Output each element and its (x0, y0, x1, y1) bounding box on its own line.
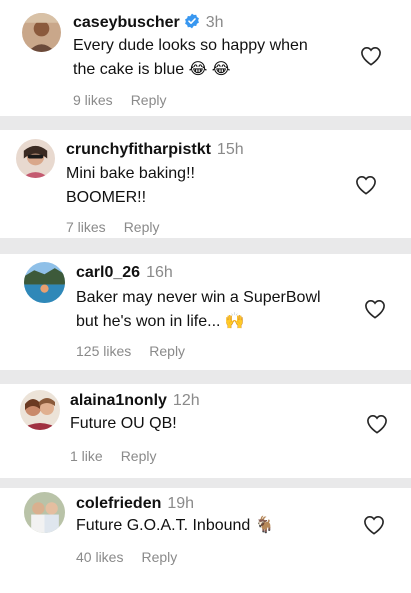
reply-button[interactable]: Reply (131, 92, 167, 108)
comment-text-line: Baker may never win a SuperBowl (76, 289, 321, 306)
reply-button[interactable]: Reply (124, 219, 160, 235)
avatar[interactable] (16, 139, 55, 178)
comment-text-line: Every dude looks so happy when (73, 37, 308, 54)
username[interactable]: carl0_26 (76, 264, 140, 281)
comment-card: caseybuscher 3h Every dude looks so happy… (0, 0, 411, 116)
comment-text: Baker may never win a SuperBowl but he's… (76, 286, 321, 334)
heart-outline-icon[interactable] (355, 175, 377, 195)
comment-header: alaina1nonly 12h (70, 392, 200, 410)
comment-card: alaina1nonly 12h Future OU QB! 1 like Repl… (0, 384, 411, 478)
comment-text-line: BOOMER!! (66, 189, 147, 206)
comment-card: crunchyfitharpistkt 15h Mini bake baking!… (0, 130, 411, 238)
separator (0, 238, 411, 254)
likes-count[interactable]: 9 likes (73, 92, 113, 108)
username[interactable]: colefrieden (76, 495, 161, 512)
timestamp: 3h (205, 14, 224, 31)
comment-text: Future G.O.A.T. Inbound 🐐 (76, 514, 275, 538)
likes-count[interactable]: 125 likes (76, 343, 131, 359)
separator (0, 478, 411, 488)
username[interactable]: crunchyfitharpistkt (66, 141, 211, 158)
comment-text-line: Future G.O.A.T. Inbound 🐐 (76, 517, 275, 534)
comment-text-line: but he's won in life... 🙌 (76, 313, 245, 330)
likes-count[interactable]: 7 likes (66, 219, 106, 235)
avatar[interactable] (22, 13, 61, 52)
reply-button[interactable]: Reply (141, 549, 177, 565)
comment-meta: 40 likes Reply (76, 549, 177, 565)
separator (0, 116, 411, 130)
comment-header: colefrieden 19h (76, 495, 194, 513)
comment-meta: 125 likes Reply (76, 343, 185, 359)
timestamp: 15h (216, 141, 244, 158)
username[interactable]: alaina1nonly (70, 392, 167, 409)
comment-meta: 7 likes Reply (66, 219, 159, 235)
timestamp: 16h (146, 264, 173, 281)
timestamp: 12h (172, 392, 200, 409)
comment-meta: 9 likes Reply (73, 92, 166, 108)
heart-outline-icon[interactable] (363, 515, 385, 535)
heart-outline-icon[interactable] (366, 414, 388, 434)
heart-outline-icon[interactable] (360, 46, 382, 66)
verified-badge-icon (180, 13, 200, 31)
comment-header: caseybuscher 3h (73, 13, 224, 32)
likes-count[interactable]: 1 like (70, 448, 103, 464)
avatar[interactable] (24, 492, 65, 533)
avatar[interactable] (24, 262, 65, 303)
comment-text-line: Future OU QB! (70, 415, 177, 432)
timestamp: 19h (167, 495, 195, 512)
username[interactable]: caseybuscher (73, 14, 180, 31)
comment-card: carl0_26 16h Baker may never win a SuperB… (0, 254, 411, 370)
likes-count[interactable]: 40 likes (76, 549, 123, 565)
comment-meta: 1 like Reply (70, 448, 156, 464)
avatar[interactable] (20, 390, 60, 430)
comment-header: carl0_26 16h (76, 264, 173, 282)
comment-text-line: the cake is blue 😂 😂 (73, 61, 231, 78)
comment-text: Every dude looks so happy when the cake … (73, 34, 308, 82)
comment-text: Mini bake baking!! BOOMER!! (66, 162, 195, 210)
reply-button[interactable]: Reply (149, 343, 185, 359)
separator (0, 370, 411, 384)
reply-button[interactable]: Reply (121, 448, 157, 464)
comment-header: crunchyfitharpistkt 15h (66, 141, 244, 159)
comment-text: Future OU QB! (70, 412, 177, 436)
comment-text-line: Mini bake baking!! (66, 165, 195, 182)
comment-card: colefrieden 19h Future G.O.A.T. Inbound 🐐… (0, 488, 411, 593)
heart-outline-icon[interactable] (364, 299, 386, 319)
